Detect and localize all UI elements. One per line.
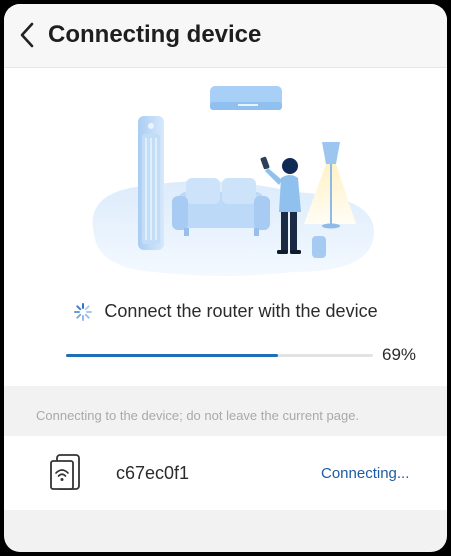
device-row[interactable]: c67ec0f1 Connecting... bbox=[4, 436, 447, 510]
status-message: Connect the router with the device bbox=[104, 301, 378, 321]
header-bar: Connecting device bbox=[4, 4, 447, 68]
device-name: c67ec0f1 bbox=[116, 463, 190, 483]
progress-percent: 69% bbox=[382, 345, 417, 364]
progress-bar-fill bbox=[66, 354, 278, 357]
back-button[interactable] bbox=[14, 20, 40, 50]
app-screen: Connecting device Connect the router wit… bbox=[4, 4, 447, 552]
page-title: Connecting device bbox=[48, 21, 262, 48]
connection-notice: Connecting to the device; do not leave t… bbox=[36, 408, 360, 423]
connection-status: Connect the router with the device bbox=[4, 300, 447, 322]
loading-spinner-icon bbox=[74, 303, 93, 322]
living-room-illustration bbox=[92, 86, 375, 276]
device-status[interactable]: Connecting... bbox=[321, 464, 409, 484]
progress-bar bbox=[66, 354, 373, 357]
chevron-left-icon bbox=[20, 22, 34, 48]
wifi-device-icon bbox=[50, 454, 80, 490]
connection-card: Connect the router with the device 69% bbox=[4, 68, 447, 386]
